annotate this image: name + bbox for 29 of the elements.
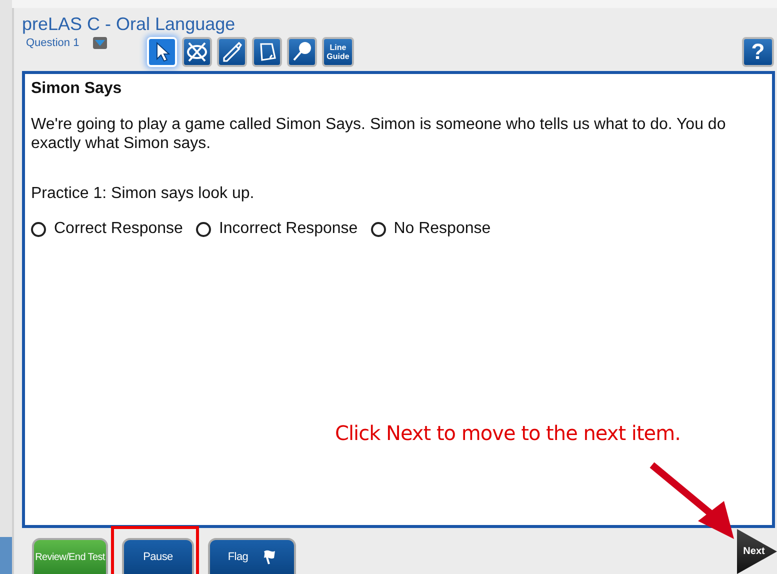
magnifier-icon: [291, 41, 313, 63]
item-prompt: Practice 1: Simon says look up.: [31, 184, 256, 203]
pen-icon: [221, 41, 243, 63]
pause-button[interactable]: Pause: [122, 538, 194, 574]
highlighter-tool[interactable]: [217, 37, 247, 67]
app-title: preLAS C - Oral Language: [22, 13, 236, 35]
option-label: Incorrect Response: [218, 220, 358, 238]
side-panel: [0, 537, 12, 574]
item-title: Simon Says: [31, 80, 123, 98]
annotation-text: Click Next to move to the next item.: [335, 421, 680, 445]
help-button[interactable]: ?: [742, 37, 774, 67]
item-instructions: We're going to play a game called Simon Says. Simon is someone who tells us what to do. You do exactly what Simon says.: [31, 115, 727, 153]
caret-icon: [95, 40, 106, 46]
radio-button[interactable]: [196, 222, 211, 236]
flag-icon: [264, 549, 276, 565]
eliminator-icon: [186, 41, 208, 63]
question-label: Question 1: [25, 37, 80, 49]
radio-button[interactable]: [31, 222, 46, 236]
magnifier-tool[interactable]: [287, 37, 317, 67]
line-guide-tool[interactable]: Line Guide: [322, 37, 354, 67]
question-dropdown[interactable]: [93, 37, 108, 49]
radio-button[interactable]: [370, 222, 386, 236]
option-label: No Response: [394, 220, 491, 238]
notepad-tool[interactable]: [252, 37, 282, 67]
arrow-icon: [648, 461, 736, 541]
option-label: Correct Response: [54, 220, 183, 238]
pointer-tool[interactable]: [147, 37, 177, 67]
flag-button[interactable]: Flag: [208, 538, 296, 574]
eliminator-tool[interactable]: [182, 37, 212, 67]
